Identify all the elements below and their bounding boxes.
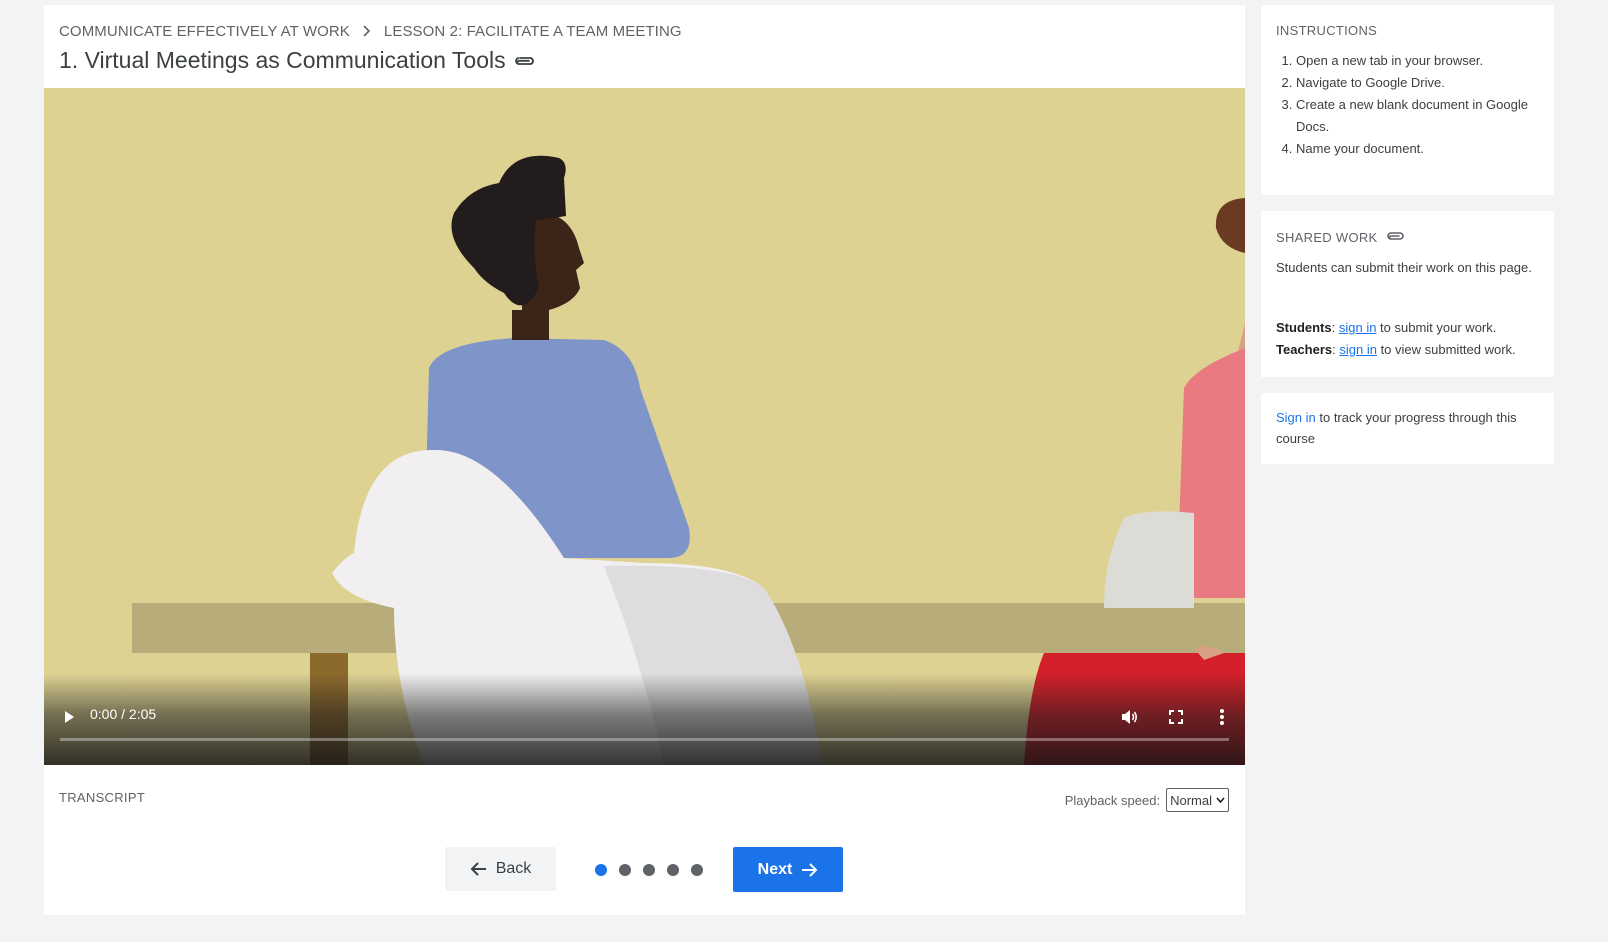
playback-speed: Playback speed: Normal [1065, 788, 1229, 812]
back-button-label: Back [495, 860, 532, 877]
chevron-down-icon [1216, 797, 1225, 803]
progress-sign-in-link[interactable]: Sign in [1276, 410, 1316, 425]
video-seek-bar[interactable] [60, 738, 1229, 741]
instruction-step: Create a new blank document in Google Do… [1296, 94, 1558, 138]
instruction-step: Name your document. [1296, 138, 1558, 160]
students-sign-in-text: to submit your work. [1376, 320, 1497, 335]
progress-text: Sign in to track your progress through t… [1276, 407, 1538, 449]
instructions-list: Open a new tab in your browser. Navigate… [1276, 50, 1558, 160]
arrow-right-icon [802, 862, 818, 877]
lesson-navigation: Back Next [44, 847, 1245, 892]
teachers-label: Teachers [1276, 342, 1333, 357]
more-vert-icon[interactable] [1215, 706, 1229, 728]
playback-speed-select[interactable]: Normal [1166, 788, 1229, 812]
play-icon[interactable] [60, 708, 78, 726]
playback-speed-value: Normal [1170, 792, 1212, 808]
breadcrumb-course-link[interactable]: COMMUNICATE EFFECTIVELY AT WORK [59, 23, 350, 40]
video-player[interactable]: 0:00 / 2:05 [44, 88, 1245, 765]
video-controls: 0:00 / 2:05 [44, 673, 1245, 765]
transcript-toggle[interactable]: TRANSCRIPT [59, 790, 145, 805]
teachers-sign-in-text: to view submitted work. [1376, 342, 1516, 357]
instruction-step: Navigate to Google Drive. [1296, 72, 1558, 94]
students-label: Students [1276, 320, 1332, 335]
back-button[interactable]: Back [445, 847, 556, 891]
link-icon[interactable] [1386, 230, 1406, 245]
fullscreen-icon[interactable] [1167, 708, 1185, 726]
step-dot[interactable] [643, 864, 655, 876]
shared-work-heading: SHARED WORK [1276, 230, 1378, 245]
next-button[interactable]: Next [733, 847, 843, 892]
teachers-sign-in-link[interactable]: sign in [1339, 342, 1377, 357]
shared-work-description: Students can submit their work on this p… [1276, 260, 1532, 275]
instruction-step: Open a new tab in your browser. [1296, 50, 1558, 72]
arrow-left-icon [470, 862, 486, 876]
next-button-label: Next [757, 860, 793, 878]
step-dot[interactable] [667, 864, 679, 876]
shared-work-card: SHARED WORK Students can submit their wo… [1261, 211, 1554, 377]
video-frame-illustration [44, 88, 1245, 765]
playback-speed-label: Playback speed: [1064, 792, 1161, 808]
step-dot[interactable] [595, 864, 607, 876]
chevron-right-icon [362, 24, 372, 40]
step-dot[interactable] [619, 864, 631, 876]
video-time: 0:00 / 2:05 [90, 706, 157, 722]
step-dot[interactable] [691, 864, 703, 876]
page-title: 1. Virtual Meetings as Communication Too… [59, 47, 506, 73]
volume-icon[interactable] [1119, 707, 1139, 727]
progress-card: Sign in to track your progress through t… [1261, 393, 1554, 464]
breadcrumb-lesson-link[interactable]: LESSON 2: FACILITATE A TEAM MEETING [384, 23, 682, 40]
lesson-card: COMMUNICATE EFFECTIVELY AT WORK LESSON 2… [44, 5, 1245, 915]
shared-work-heading-row: SHARED WORK [1276, 230, 1406, 245]
step-indicator [595, 864, 703, 876]
students-sign-in-link[interactable]: sign in [1339, 320, 1377, 335]
instructions-card: INSTRUCTIONS Open a new tab in your brow… [1261, 5, 1554, 195]
instructions-heading: INSTRUCTIONS [1276, 23, 1378, 38]
link-icon[interactable] [514, 47, 536, 74]
page-title-row: 1. Virtual Meetings as Communication Too… [59, 47, 536, 74]
teachers-sign-in-line: Teachers: sign in to view submitted work… [1276, 342, 1516, 357]
breadcrumb: COMMUNICATE EFFECTIVELY AT WORK LESSON 2… [59, 23, 682, 40]
students-sign-in-line: Students: sign in to submit your work. [1276, 320, 1497, 335]
